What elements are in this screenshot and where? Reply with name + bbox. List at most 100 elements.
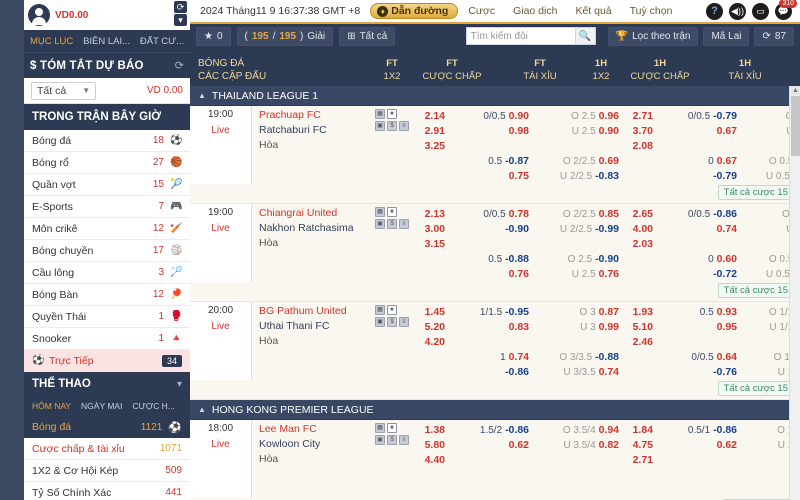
odd-value[interactable]: 2.71 <box>633 110 653 122</box>
odd-value[interactable]: 0.74 <box>509 351 529 363</box>
search-icon[interactable]: 🔍 <box>575 27 596 45</box>
more-icon[interactable]: ≡ <box>399 121 409 131</box>
odd-value[interactable]: 2.65 <box>633 208 653 220</box>
home-team[interactable]: BG Pathum United <box>259 304 375 319</box>
all-bets-button[interactable]: Tất cả cược 15 <box>717 283 794 298</box>
match-list[interactable]: ▲ THAILAND LEAGUE 1 19:00 Live Prachuap FC Ra… <box>190 86 800 500</box>
home-team[interactable]: Chiangrai United <box>259 206 375 221</box>
odd-value[interactable]: 0.90 <box>509 110 529 122</box>
odd-value[interactable]: 1.84 <box>633 424 653 436</box>
tv-icon[interactable]: ▣ <box>375 219 385 229</box>
cashout-icon[interactable]: $ <box>387 219 397 229</box>
odd-value[interactable]: -0.86 <box>713 208 737 220</box>
filter-by-match-button[interactable]: 🏆 Lọc theo trận <box>607 26 699 46</box>
odd-value[interactable]: -0.72 <box>713 268 737 280</box>
odd-value[interactable]: -0.88 <box>505 253 529 265</box>
match-list-scrollbar[interactable]: ▲ <box>789 86 800 500</box>
odd-value[interactable]: 0.98 <box>509 125 529 137</box>
odds-type-button[interactable]: Mã Lai <box>703 26 750 46</box>
sidebar-item-bong-chuyen[interactable]: Bóng chuyền 17 🏐 <box>24 240 190 262</box>
tab-hom-nay[interactable]: HÔM NAY <box>32 401 71 411</box>
odd-value[interactable]: 0.78 <box>509 208 529 220</box>
sidebar-item-quan-vot[interactable]: Quần vợt 15 🎾 <box>24 174 190 196</box>
odd-value[interactable]: 4.20 <box>425 336 445 348</box>
monitor-icon[interactable]: ▭ <box>752 2 769 20</box>
odd-value[interactable]: -0.99 <box>595 223 619 235</box>
league-header[interactable]: ▲ THAILAND LEAGUE 1 <box>190 86 800 106</box>
odd-value[interactable]: 3.70 <box>633 125 653 137</box>
sidebar-item-quyen-thai[interactable]: Quyền Thái 1 🥊 <box>24 306 190 328</box>
pin-icon[interactable]: ★ <box>387 109 397 119</box>
sidebar-tab-bien-lai[interactable]: BIÊN LAI... <box>83 36 130 47</box>
tab-cuoc-h[interactable]: CƯỢC H... <box>132 401 174 411</box>
league-header[interactable]: ▲ HONG KONG PREMIER LEAGUE <box>190 400 800 420</box>
odd-value[interactable]: -0.95 <box>505 306 529 318</box>
tv-icon[interactable]: ▣ <box>375 121 385 131</box>
account-bar[interactable]: VD0.00 ⟳ ▾ <box>24 0 190 30</box>
odd-value[interactable]: 0.75 <box>509 170 529 182</box>
refresh-icon[interactable]: ⟳ <box>174 1 187 13</box>
odd-value[interactable]: -0.86 <box>713 424 737 436</box>
odd-value[interactable]: 2.71 <box>633 454 653 466</box>
stats-icon[interactable]: ▦ <box>375 207 385 217</box>
odd-value[interactable]: 0.94 <box>599 424 619 436</box>
odd-value[interactable]: 0.76 <box>509 268 529 280</box>
odd-value[interactable]: -0.76 <box>713 366 737 378</box>
chevron-up-icon[interactable]: ▲ <box>198 405 206 414</box>
summary-filter-select[interactable]: Tất cả ▼ <box>31 81 97 100</box>
odd-value[interactable]: 4.75 <box>633 439 653 451</box>
odd-value[interactable]: 0.67 <box>717 155 737 167</box>
search-input[interactable]: Tìm kiếm đội <box>465 27 576 45</box>
odd-value[interactable]: 1.38 <box>425 424 445 436</box>
odd-value[interactable]: 0.85 <box>599 208 619 220</box>
odd-value[interactable]: 0.82 <box>599 439 619 451</box>
cashout-icon[interactable]: $ <box>387 435 397 445</box>
tab-ngay-mai[interactable]: NGÀY MAI <box>81 401 122 411</box>
sidebar-tab-muc-luc[interactable]: MỤC LỤC <box>30 36 73 47</box>
sidebar-item-football[interactable]: Bóng đá 1121 ⚽ <box>24 416 190 438</box>
market-item-correct-score[interactable]: Tỷ Số Chính Xác 441 <box>24 482 190 500</box>
nav-link-giao-dich[interactable]: Giao dịch <box>513 5 557 17</box>
more-icon[interactable]: ≡ <box>399 219 409 229</box>
scroll-up-icon[interactable]: ▲ <box>791 86 800 95</box>
odd-value[interactable]: 1.45 <box>425 306 445 318</box>
odd-value[interactable]: 5.80 <box>425 439 445 451</box>
table-row[interactable]: 18:00 Live Lee Man FC Kowloon City Hòa ▦ ★ ▣ $ ≡ 1… <box>190 420 800 500</box>
sidebar-tab-dat-cuoc[interactable]: ĐẤT CƯ... <box>140 36 184 47</box>
odd-value[interactable]: 0.83 <box>509 321 529 333</box>
stats-icon[interactable]: ▦ <box>375 109 385 119</box>
nav-link-cuoc[interactable]: Cược <box>468 5 495 17</box>
sidebar-item-cau-long[interactable]: Cầu lông 3 🏸 <box>24 262 190 284</box>
odd-value[interactable]: 4.00 <box>633 223 653 235</box>
odd-value[interactable]: 0.62 <box>509 439 529 451</box>
odd-value[interactable]: 2.03 <box>633 238 653 250</box>
cashout-icon[interactable]: $ <box>387 317 397 327</box>
odd-value[interactable]: 0.95 <box>717 321 737 333</box>
tv-icon[interactable]: ▣ <box>375 435 385 445</box>
all-bets-button[interactable]: Tất cả cược 15 <box>717 185 794 200</box>
home-team[interactable]: Lee Man FC <box>259 422 375 437</box>
away-team[interactable]: Ratchaburi FC <box>259 123 375 138</box>
odd-value[interactable]: 0.76 <box>599 268 619 280</box>
sidebar-item-bong-ban[interactable]: Bóng Bàn 12 🏓 <box>24 284 190 306</box>
nav-link-ket-qua[interactable]: Kết quả <box>575 5 611 17</box>
odd-value[interactable]: 0.60 <box>717 253 737 265</box>
odd-value[interactable]: 3.15 <box>425 238 445 250</box>
sidebar-item-cricket[interactable]: Môn crikê 12 🏏 <box>24 218 190 240</box>
leagues-count-button[interactable]: (195/195) Giải <box>236 26 334 46</box>
odd-value[interactable]: 4.40 <box>425 454 445 466</box>
odd-value[interactable]: 0.64 <box>717 351 737 363</box>
odd-value[interactable]: -0.87 <box>505 155 529 167</box>
sound-icon[interactable]: ◀)) <box>729 2 746 20</box>
away-team[interactable]: Nakhon Ratchasima <box>259 221 375 236</box>
more-icon[interactable]: ≡ <box>399 317 409 327</box>
favorites-button[interactable]: ★ 0 <box>196 26 231 46</box>
table-row[interactable]: 19:00 Live Prachuap FC Ratchaburi FC Hòa ▦ ★ ▣ $… <box>190 106 800 204</box>
navigate-button[interactable]: ♦ Dẫn đường <box>370 3 459 19</box>
sidebar-item-truc-tiep[interactable]: ⚽ Trực Tiếp 34 <box>24 350 190 372</box>
chevron-down-icon[interactable]: ▾ <box>174 14 187 26</box>
odd-value[interactable]: -0.88 <box>595 351 619 363</box>
table-row[interactable]: 19:00 Live Chiangrai United Nakhon Ratchasi… <box>190 204 800 302</box>
odd-value[interactable]: 0.67 <box>717 125 737 137</box>
odd-value[interactable]: 0.62 <box>717 439 737 451</box>
